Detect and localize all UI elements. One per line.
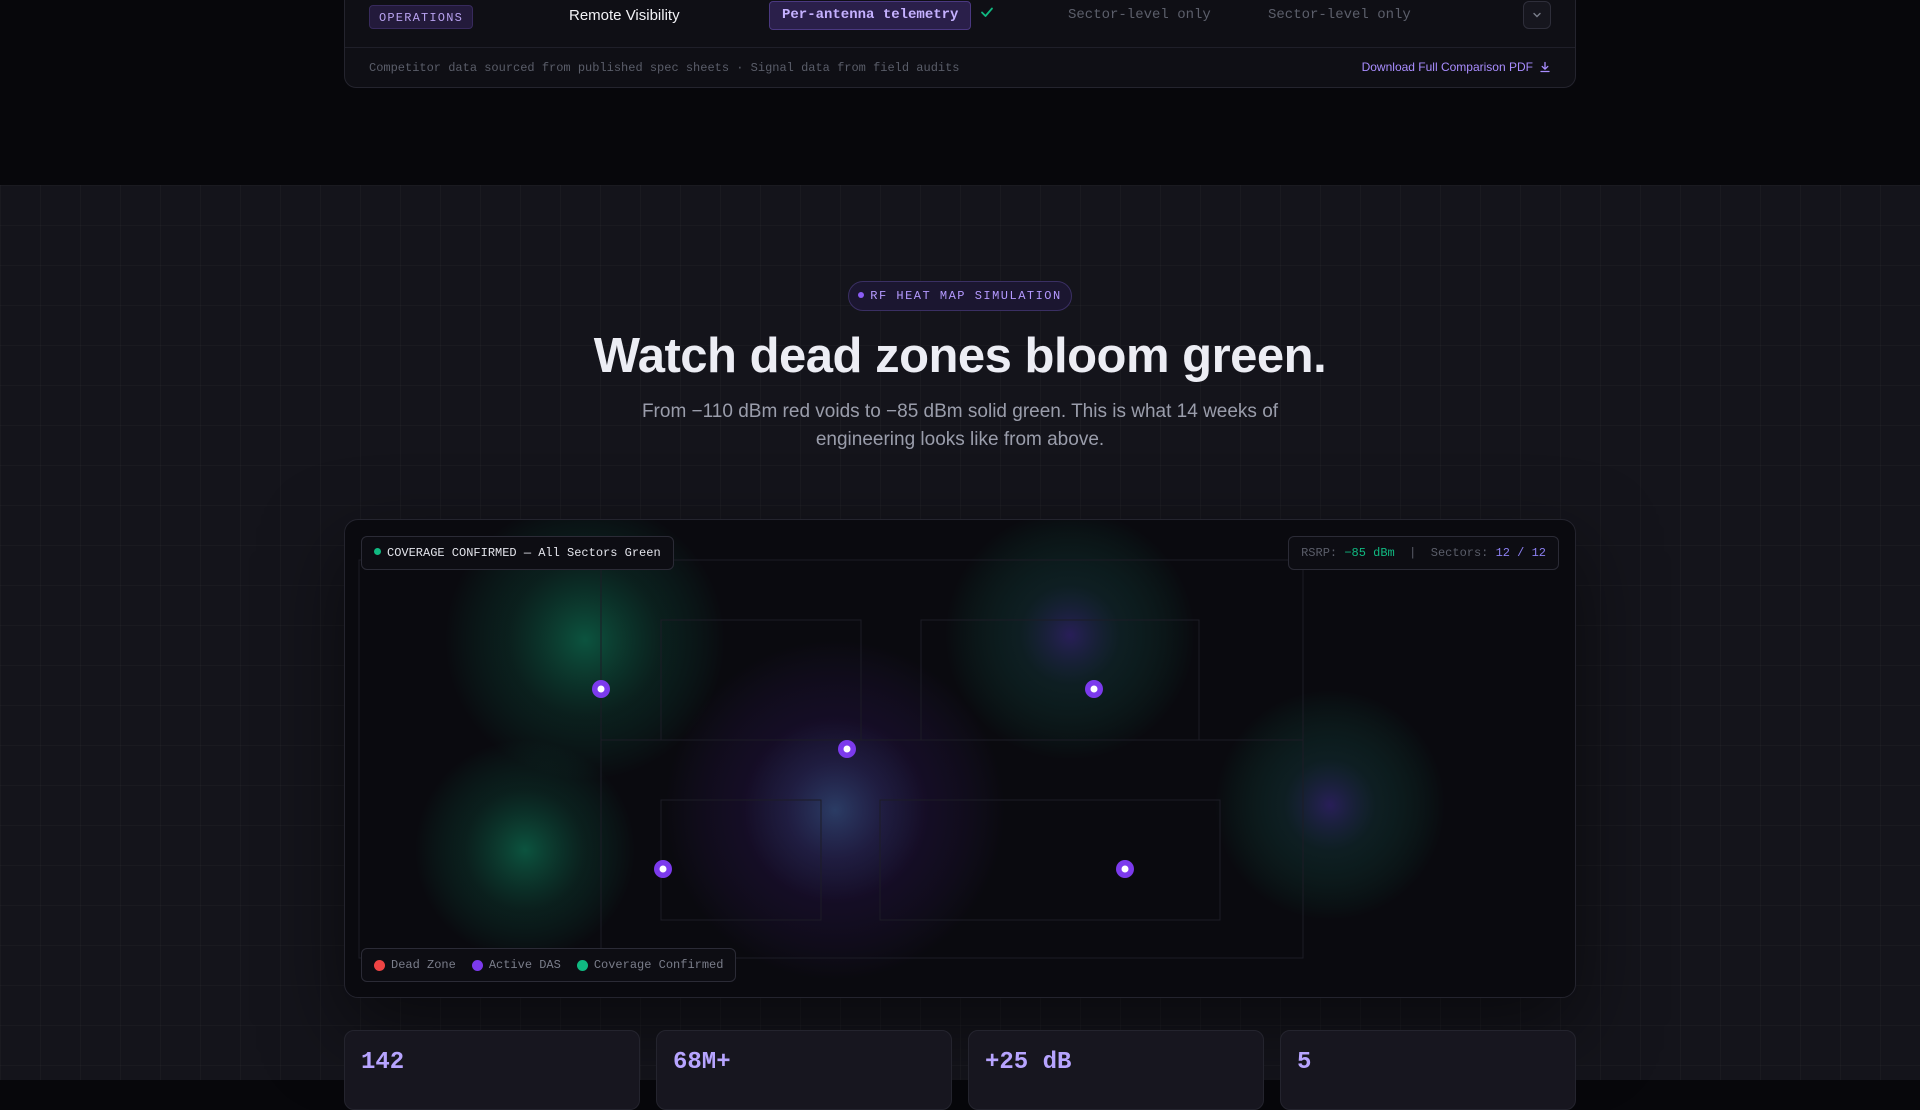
table-row: OPERATIONS Remote Visibility Per-antenna… [345, 1, 1575, 48]
antenna-node-core [1121, 865, 1129, 873]
pill-dot [858, 292, 865, 298]
legend-item-coverage-confirmed: Coverage Confirmed [576, 949, 724, 981]
stat-card: 142 [344, 1030, 640, 1110]
comparison-footer: Competitor data sourced from published s… [345, 48, 1575, 88]
coverage-bloom [1215, 690, 1445, 920]
heatmap-legend: Dead Zone Active DAS Coverage Confirmed [361, 948, 737, 982]
status-dot [374, 548, 381, 555]
sectors-value: 12 / 12 [1495, 546, 1546, 560]
section-eyebrow-pill: RF HEAT MAP SIMULATION [848, 281, 1072, 311]
stat-value: +25 dB [985, 1049, 1072, 1076]
section-title: Watch dead zones bloom green. [593, 329, 1327, 383]
legend-item-active-das: Active DAS [471, 949, 561, 981]
legend-label: Active DAS [488, 958, 561, 972]
expand-row-button[interactable] [1523, 1, 1551, 29]
stat-value: 5 [1297, 1049, 1312, 1076]
chevron-down-icon [1533, 12, 1541, 18]
competitor-1-value: Sector-level only [1068, 7, 1211, 23]
download-pdf-link[interactable]: Download Full Comparison PDF [1362, 60, 1551, 74]
antenna-node-core [659, 865, 667, 873]
stat-value: 68M+ [673, 1049, 731, 1076]
stat-value: 142 [361, 1049, 405, 1076]
source-note: Competitor data sourced from published s… [369, 61, 960, 75]
competitor-2-value: Sector-level only [1268, 7, 1411, 23]
comparison-table: OPERATIONS Remote Visibility Per-antenna… [344, 0, 1576, 88]
coverage-bloom [745, 720, 925, 900]
legend-swatch [576, 959, 588, 971]
rsrp-label: RSRP: [1301, 546, 1338, 560]
stat-card: 5 [1280, 1030, 1576, 1110]
rf-heatmap: COVERAGE CONFIRMED — All Sectors Green R… [344, 519, 1576, 998]
section-subtitle: From −110 dBm red voids to −85 dBm solid… [641, 401, 1279, 450]
eyebrow-text: RF HEAT MAP SIMULATION [870, 289, 1062, 303]
stat-card: +25 dB [968, 1030, 1264, 1110]
antenna-node-core [843, 745, 851, 753]
coverage-bloom [415, 740, 635, 960]
download-label: Download Full Comparison PDF [1361, 60, 1533, 74]
antenna-node-core [597, 685, 605, 693]
rsrp-value: −85 dBm [1344, 546, 1395, 560]
legend-label: Coverage Confirmed [593, 958, 724, 972]
sectors-label: Sectors: [1430, 546, 1489, 560]
heatmap-canvas [358, 520, 1445, 980]
comparison-section: OPERATIONS Remote Visibility Per-antenna… [0, 0, 1920, 185]
our-value-badge: Per-antenna telemetry [769, 1, 972, 30]
legend-label: Dead Zone [391, 958, 456, 972]
legend-swatch [471, 959, 483, 971]
signal-readout: RSRP: −85 dBm | Sectors: 12 / 12 [1288, 536, 1559, 570]
download-icon [1540, 61, 1550, 73]
readout-divider: | [1409, 546, 1417, 560]
stat-card: 68M+ [656, 1030, 952, 1110]
legend-item-dead-zone: Dead Zone [374, 949, 456, 981]
check-icon [981, 7, 993, 17]
status-text: COVERAGE CONFIRMED — All Sectors Green [387, 546, 661, 560]
antenna-node-core [1090, 685, 1098, 693]
legend-swatch [374, 959, 385, 971]
coverage-status-badge: COVERAGE CONFIRMED — All Sectors Green [361, 536, 674, 570]
category-badge: OPERATIONS [369, 5, 474, 29]
feature-label: Remote Visibility [569, 7, 680, 24]
coverage-bloom [945, 520, 1195, 760]
